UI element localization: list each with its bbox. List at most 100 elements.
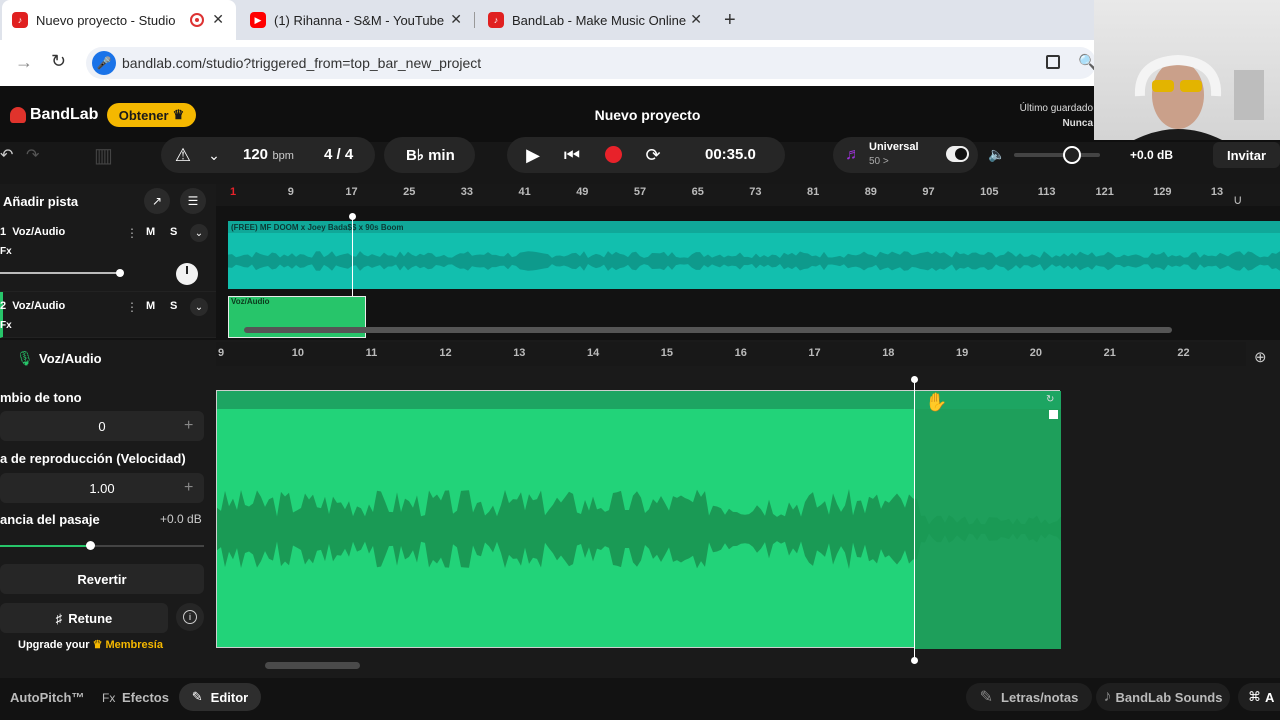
preset-toggle[interactable] (946, 146, 969, 162)
ruler-tick: 81 (807, 186, 820, 198)
bandlab-favicon-icon: ♪ (488, 12, 504, 28)
speed-field[interactable]: 1.00 (0, 473, 204, 503)
effects-button[interactable]: Fx Efectos (102, 690, 169, 705)
gain-slider[interactable] (90, 545, 204, 547)
tab-youtube[interactable]: ▶ (1) Rihanna - S&M - YouTube ✕ (240, 0, 474, 40)
metronome-icon[interactable]: ⚠ (172, 144, 194, 166)
key-value: B♭ min (406, 147, 455, 164)
lyrics-button[interactable]: ✎ Letras/notas (966, 683, 1092, 711)
time-display: 00:35.0 (705, 146, 756, 163)
ruler-tick: 14 (587, 347, 600, 359)
tuner-icon: ♯ (55, 610, 63, 626)
plus-icon[interactable]: + (184, 479, 193, 497)
solo-button[interactable]: S (170, 226, 177, 238)
magnet-icon[interactable]: ∪ (1233, 192, 1243, 208)
speaker-icon[interactable]: 🔈 (988, 146, 1005, 163)
pencil-icon: ✎ (191, 689, 203, 704)
pitch-label: mbio de tono (0, 390, 82, 405)
track-header: 2 Voz/Audio (0, 300, 65, 312)
editor-playhead-bottom-handle[interactable] (911, 657, 918, 664)
editor-audio-clip[interactable] (216, 390, 1061, 649)
new-tab-icon[interactable]: + (724, 9, 736, 32)
track-fx-button[interactable]: Fx (0, 246, 12, 257)
ruler-tick: 15 (660, 347, 674, 359)
sort-icon[interactable]: ☰ (180, 188, 206, 214)
tab-bandlab[interactable]: ♪ BandLab - Make Music Online ✕ (478, 0, 714, 40)
close-tab-icon[interactable]: ✕ (212, 11, 224, 28)
mute-button[interactable]: M (146, 300, 155, 312)
add-track-button[interactable]: Añadir pista (3, 194, 78, 209)
shortcuts-button[interactable]: ⌘ A (1238, 683, 1280, 711)
plus-icon[interactable]: + (184, 417, 193, 435)
chevron-down-icon[interactable]: ⌄ (190, 224, 208, 242)
loop-handle-icon[interactable]: ↻ (1046, 394, 1054, 405)
pan-knob[interactable] (176, 263, 198, 285)
info-icon[interactable]: i (176, 603, 204, 631)
bandlab-sounds-button[interactable]: ♪ BandLab Sounds (1096, 683, 1230, 711)
bandlab-icon: ♪ (1103, 688, 1112, 705)
record-icon[interactable] (605, 146, 622, 163)
playhead-handle[interactable] (349, 213, 356, 220)
editor-playhead[interactable] (914, 380, 915, 662)
close-tab-icon[interactable]: ✕ (450, 11, 462, 28)
retune-button[interactable]: ♯ Retune (0, 603, 168, 633)
membership-link[interactable]: Membresía (106, 639, 163, 651)
track-fx-button[interactable]: Fx (0, 320, 12, 331)
clip-end-handle[interactable] (1049, 410, 1058, 419)
pitch-field[interactable]: 0 (0, 411, 204, 441)
time-signature[interactable]: 4 / 4 (324, 146, 353, 163)
ruler-tick: 1 (230, 186, 237, 198)
preset-sub[interactable]: 50 > (869, 156, 889, 167)
zoom-in-icon[interactable]: ⊕ (1254, 348, 1267, 366)
track-number: 2 (0, 300, 7, 312)
bpm-unit: bpm (272, 150, 294, 162)
horizontal-scrollbar[interactable] (244, 327, 1172, 333)
bandlab-favicon-icon: ♪ (12, 12, 28, 28)
url-text[interactable]: bandlab.com/studio?triggered_from=top_ba… (122, 55, 481, 71)
gain-label: ancia del pasaje (0, 512, 100, 527)
reload-icon[interactable]: ↻ (51, 51, 66, 72)
preset-name[interactable]: Universal (869, 141, 919, 153)
track-volume-slider[interactable] (0, 272, 120, 274)
chevron-down-icon[interactable]: ⌄ (205, 144, 223, 166)
track-volume-thumb[interactable] (116, 269, 124, 277)
track-name: Voz/Audio (12, 300, 66, 312)
master-volume-slider[interactable] (1014, 153, 1100, 157)
obtener-button[interactable]: Obtener ♛ (107, 103, 196, 127)
editor-playhead-handle[interactable] (911, 376, 918, 383)
bpm-field[interactable]: 120 bpm (243, 146, 294, 164)
tab-studio[interactable]: ♪ Nuevo proyecto - Studio ✕ (2, 0, 236, 40)
redo-icon[interactable]: ↷ (26, 145, 39, 165)
gain-value: +0.0 dB (160, 512, 202, 526)
forward-icon[interactable]: → (15, 52, 33, 73)
ruler-tick: 20 (1029, 347, 1043, 359)
microphone-icon[interactable]: 🎤 (92, 51, 116, 75)
upgrade-text[interactable]: Upgrade your ♛ Membresía (18, 638, 163, 651)
automation-icon[interactable]: ↗ (144, 188, 170, 214)
undo-icon[interactable]: ↶ (0, 145, 13, 165)
track-menu-icon[interactable]: ⋮ (126, 226, 138, 240)
mixer-icon[interactable]: ▥ (94, 143, 113, 168)
mute-button[interactable]: M (146, 226, 155, 238)
track-menu-icon[interactable]: ⋮ (126, 300, 138, 314)
track-row[interactable] (0, 292, 216, 338)
reader-mode-icon[interactable] (1046, 55, 1060, 69)
skip-back-icon[interactable]: ⏮ (560, 144, 584, 166)
invite-button[interactable]: Invitar (1213, 142, 1280, 168)
revert-button[interactable]: Revertir (0, 564, 204, 594)
project-title[interactable]: Nuevo proyecto (560, 107, 735, 123)
autopitch-button[interactable]: AutoPitch™ (10, 690, 84, 705)
chevron-down-icon[interactable]: ⌄ (190, 298, 208, 316)
solo-button[interactable]: S (170, 300, 177, 312)
editor-button[interactable]: ✎ Editor (179, 683, 261, 711)
editor-horizontal-scrollbar[interactable] (265, 662, 360, 669)
loop-icon[interactable]: ⟳ (641, 144, 665, 166)
bandlab-logo[interactable]: BandLab (10, 106, 98, 124)
play-icon[interactable]: ▶ (521, 144, 545, 166)
master-volume-knob[interactable] (1063, 146, 1081, 164)
close-tab-icon[interactable]: ✕ (690, 11, 702, 28)
bandlab-logo-icon (10, 107, 26, 123)
ruler-tick: 12 (439, 347, 452, 359)
gain-slider-thumb[interactable] (86, 541, 95, 550)
timeline-ruler[interactable] (216, 184, 1280, 206)
